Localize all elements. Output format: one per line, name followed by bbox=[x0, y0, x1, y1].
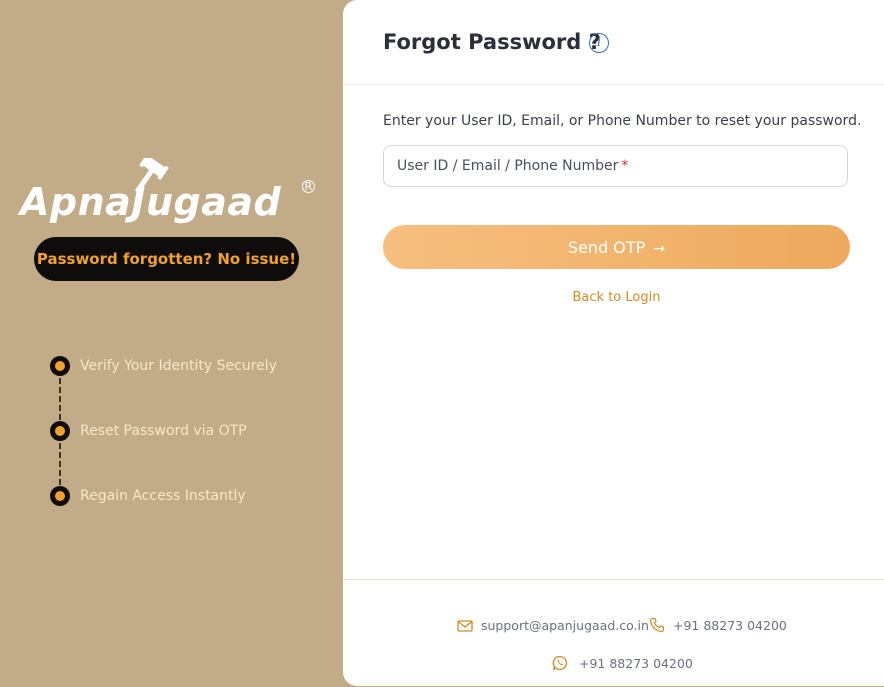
info-icon[interactable]: i bbox=[589, 33, 609, 53]
brand-panel: ApnaJugaad R Password forgotten? No issu… bbox=[0, 0, 343, 686]
send-otp-label: Send OTP bbox=[567, 237, 646, 257]
mail-icon bbox=[457, 620, 473, 632]
phone-icon bbox=[649, 617, 665, 633]
arrow-right-icon: → bbox=[653, 240, 666, 257]
step-label: Regain Access Instantly bbox=[80, 488, 246, 504]
step-dot-icon bbox=[50, 486, 70, 506]
back-to-login-link[interactable]: Back to Login bbox=[343, 290, 884, 305]
step-connector bbox=[59, 443, 61, 485]
instruction-text: Enter your User ID, Email, or Phone Numb… bbox=[383, 113, 862, 129]
step-dot-icon bbox=[50, 356, 70, 376]
email-text: support@apanjugaad.co.in bbox=[481, 618, 649, 633]
logo-wordmark: ApnaJugaad bbox=[20, 180, 282, 224]
contact-footer: support@apanjugaad.co.in +91 88273 04200… bbox=[343, 579, 884, 687]
identifier-field[interactable]: User ID / Email / Phone Number * bbox=[383, 145, 848, 187]
phone-text: +91 88273 04200 bbox=[673, 618, 787, 633]
identifier-input[interactable] bbox=[384, 146, 847, 186]
step-connector bbox=[59, 378, 61, 420]
forgot-password-card: Forgot Password ? i Enter your User ID, … bbox=[343, 0, 884, 686]
registered-mark: R bbox=[302, 180, 315, 193]
step-label: Verify Your Identity Securely bbox=[80, 358, 277, 374]
step-label: Reset Password via OTP bbox=[80, 423, 247, 439]
logo: ApnaJugaad R bbox=[18, 158, 318, 228]
send-otp-button[interactable]: Send OTP → bbox=[383, 225, 850, 269]
step-dot-icon bbox=[50, 421, 70, 441]
step-item: Reset Password via OTP bbox=[50, 421, 330, 443]
step-item: Verify Your Identity Securely bbox=[50, 356, 330, 378]
page-title: Forgot Password ? bbox=[383, 30, 601, 54]
tagline-pill: Password forgotten? No issue! bbox=[34, 237, 299, 281]
card-header: Forgot Password ? i bbox=[343, 0, 884, 85]
whatsapp-icon bbox=[552, 655, 568, 671]
whatsapp-text: +91 88273 04200 bbox=[579, 656, 693, 671]
step-item: Regain Access Instantly bbox=[50, 486, 330, 508]
